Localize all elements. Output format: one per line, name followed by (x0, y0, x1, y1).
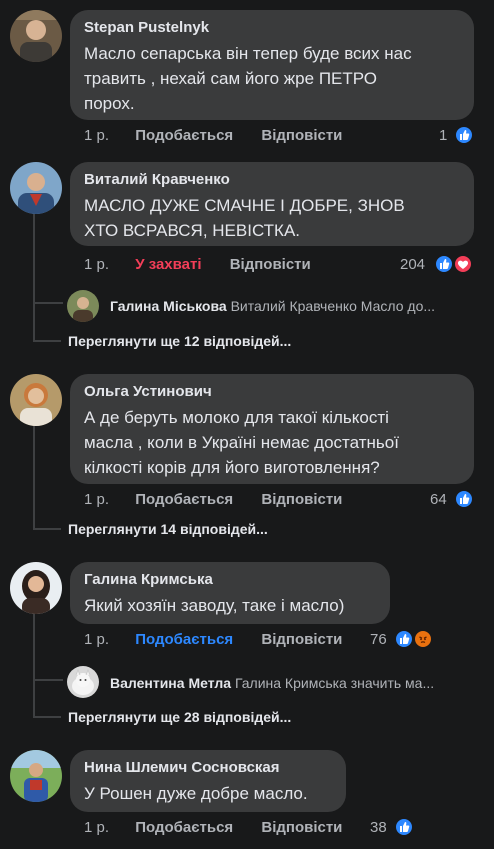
comment-time[interactable]: 1 р. (84, 126, 109, 146)
reply-author[interactable]: Галина Міськова (110, 298, 227, 314)
comment-author[interactable]: Галина Кримська (84, 571, 376, 589)
like-button[interactable]: Подобається (135, 490, 233, 510)
thread-line (33, 528, 61, 530)
avatar[interactable] (10, 374, 62, 426)
thread-line (33, 612, 35, 718)
comment-text: Масло сепарська він тепер буде всих нас … (84, 44, 412, 113)
reply-avatar[interactable] (67, 666, 99, 698)
view-more-replies-button[interactable]: Переглянути ще 12 відповідей... (68, 332, 291, 350)
comment-author[interactable]: Виталий Кравченко (84, 171, 460, 189)
comment-time[interactable]: 1 р. (84, 490, 109, 510)
thread-line (33, 302, 35, 342)
comment-bubble: Нина Шлемич Сосновская У Рошен дуже добр… (70, 750, 346, 812)
thread-line (33, 716, 61, 718)
comment-bubble: Ольга Устинович А де беруть молоко для т… (70, 374, 474, 484)
comment-author[interactable]: Ольга Устинович (84, 383, 460, 401)
comment-text: Який хозяїн заводу, таке і масло) (84, 596, 345, 615)
comment-text: У Рошен дуже добре масло. (84, 784, 308, 803)
like-icon (434, 254, 454, 274)
avatar[interactable] (10, 750, 62, 802)
comment-author[interactable]: Stepan Pustelnyk (84, 19, 460, 37)
comment-actions: 1 р. У захваті Відповісти (84, 255, 311, 275)
thread-line (33, 679, 63, 681)
comment-actions: 1 р. Подобається Відповісти (84, 126, 342, 146)
view-more-replies-button[interactable]: Переглянути 14 відповідей... (68, 520, 268, 538)
reaction-count[interactable]: 204 (400, 255, 425, 275)
love-icon (453, 254, 473, 274)
comment-time[interactable]: 1 р. (84, 818, 109, 838)
comment-bubble: Галина Кримська Який хозяїн заводу, таке… (70, 562, 390, 624)
like-button[interactable]: Подобається (135, 630, 233, 650)
reply-button[interactable]: Відповісти (261, 630, 342, 650)
love-reaction-button[interactable]: У захваті (135, 255, 201, 275)
comment-actions: 1 р. Подобається Відповісти (84, 818, 342, 838)
angry-icon (413, 629, 433, 649)
thread-line (33, 302, 63, 304)
reaction-count[interactable]: 76 (370, 630, 387, 650)
reply-button[interactable]: Відповісти (261, 126, 342, 146)
reply-button[interactable]: Відповісти (230, 255, 311, 275)
reaction-count[interactable]: 1 (439, 126, 447, 146)
reaction-count[interactable]: 64 (430, 490, 447, 510)
reply-preview[interactable]: Валентина Метла Галина Кримська значить … (110, 674, 434, 692)
comment-bubble: Виталий Кравченко МАСЛО ДУЖЕ СМАЧНЕ І ДО… (70, 162, 474, 246)
comment-author[interactable]: Нина Шлемич Сосновская (84, 759, 332, 777)
thread-line (33, 424, 35, 530)
thread-line (33, 340, 61, 342)
comment-bubble: Stepan Pustelnyk Масло сепарська він теп… (70, 10, 474, 120)
reply-button[interactable]: Відповісти (261, 490, 342, 510)
comment-time[interactable]: 1 р. (84, 255, 109, 275)
reply-author[interactable]: Валентина Метла (110, 675, 231, 691)
reply-button[interactable]: Відповісти (261, 818, 342, 838)
like-icon (454, 489, 474, 509)
reply-avatar[interactable] (67, 290, 99, 322)
comment-text: А де беруть молоко для такої кількості м… (84, 408, 399, 477)
thread-line (33, 212, 35, 304)
comment-actions: 1 р. Подобається Відповісти (84, 630, 342, 650)
like-icon (394, 629, 414, 649)
reaction-count[interactable]: 38 (370, 818, 387, 838)
avatar[interactable] (10, 162, 62, 214)
avatar[interactable] (10, 562, 62, 614)
comment-actions: 1 р. Подобається Відповісти (84, 490, 342, 510)
avatar[interactable] (10, 10, 62, 62)
like-button[interactable]: Подобається (135, 126, 233, 146)
like-icon (394, 817, 414, 837)
comment-text: МАСЛО ДУЖЕ СМАЧНЕ І ДОБРЕ, ЗНОВ ХТО ВСРА… (84, 196, 405, 240)
reply-text: Виталий Кравченко Масло до... (230, 298, 436, 314)
comment-time[interactable]: 1 р. (84, 630, 109, 650)
view-more-replies-button[interactable]: Переглянути ще 28 відповідей... (68, 708, 291, 726)
like-icon (454, 125, 474, 145)
like-button[interactable]: Подобається (135, 818, 233, 838)
reply-preview[interactable]: Галина Міськова Виталий Кравченко Масло … (110, 297, 435, 315)
reply-text: Галина Кримська значить ма... (234, 675, 435, 691)
